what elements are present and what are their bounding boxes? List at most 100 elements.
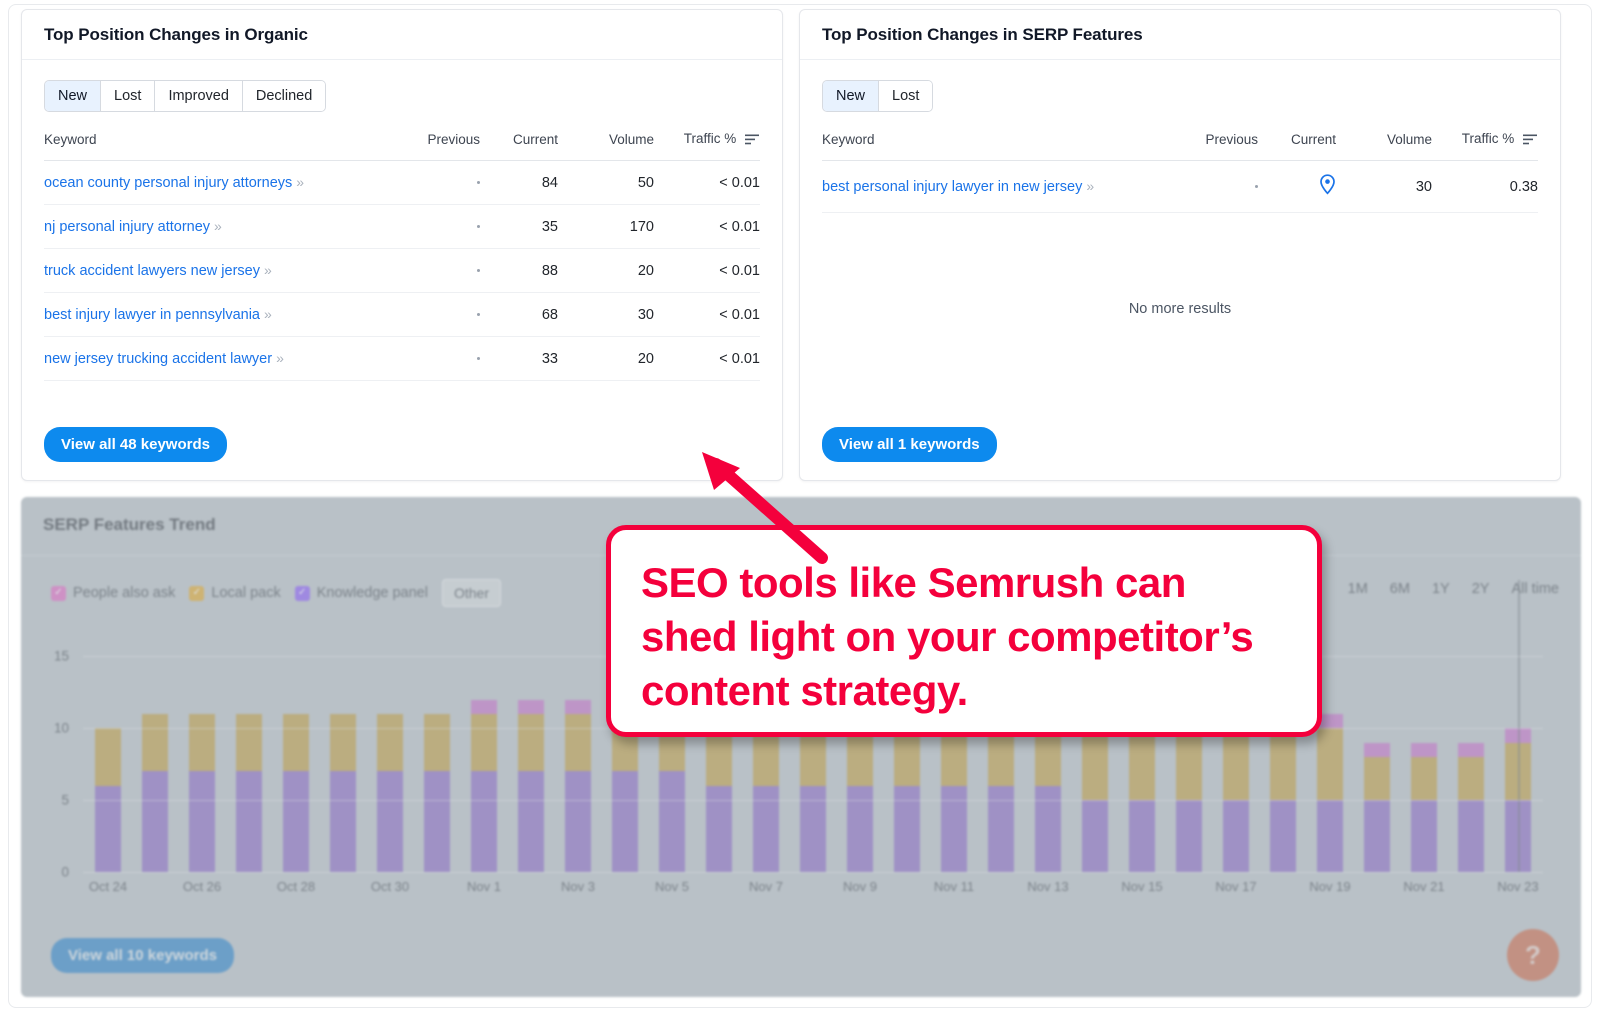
col-header-keyword[interactable]: Keyword bbox=[822, 126, 1162, 161]
col-header-traffic[interactable]: Traffic % bbox=[1432, 126, 1538, 161]
sort-descending-icon[interactable] bbox=[1523, 133, 1538, 148]
chart-bar[interactable] bbox=[142, 642, 168, 872]
tab-organic-lost[interactable]: Lost bbox=[101, 81, 156, 111]
chart-bar-segment bbox=[1129, 800, 1155, 872]
chart-bar-segment bbox=[1317, 728, 1343, 801]
y-tick-label: 0 bbox=[61, 864, 69, 880]
no-value-dot-icon bbox=[1255, 185, 1258, 189]
serp-table-header-row: Keyword Previous Current Volume Traffic … bbox=[822, 126, 1538, 161]
chevron-double-right-icon[interactable]: » bbox=[276, 350, 284, 366]
range-2y[interactable]: 2Y bbox=[1472, 581, 1490, 597]
keyword-link[interactable]: nj personal injury attorney bbox=[44, 219, 210, 235]
range-1y[interactable]: 1Y bbox=[1432, 581, 1450, 597]
table-row[interactable]: new jersey trucking accident lawyer» 33 … bbox=[44, 336, 760, 381]
serp-card-header: Top Position Changes in SERP Features bbox=[800, 10, 1560, 60]
chart-bar-segment bbox=[236, 713, 262, 772]
view-all-serp-keywords-button[interactable]: View all 1 keywords bbox=[822, 427, 997, 462]
col-header-traffic[interactable]: Traffic % bbox=[654, 126, 760, 161]
chart-bar-segment bbox=[1270, 800, 1296, 872]
chart-bar[interactable] bbox=[189, 642, 215, 872]
legend-item-local-pack[interactable]: ✓ Local pack bbox=[189, 585, 281, 601]
col-header-previous[interactable]: Previous bbox=[384, 126, 480, 161]
checkbox-local-pack[interactable]: ✓ bbox=[189, 585, 205, 601]
chart-bar-segment bbox=[95, 728, 121, 786]
traffic-cell: < 0.01 bbox=[654, 292, 760, 337]
col-header-volume[interactable]: Volume bbox=[558, 126, 654, 161]
help-button[interactable]: ? bbox=[1507, 929, 1559, 981]
view-all-organic-keywords-button[interactable]: View all 48 keywords bbox=[44, 427, 227, 462]
chart-bar-segment bbox=[1317, 800, 1343, 872]
view-all-trend-keywords-button[interactable]: View all 10 keywords bbox=[51, 938, 234, 973]
legend-other-dropdown[interactable]: Other bbox=[441, 579, 501, 607]
tab-serp-new[interactable]: New bbox=[823, 81, 880, 111]
keyword-link[interactable]: new jersey trucking accident lawyer bbox=[44, 351, 272, 367]
no-value-dot-icon bbox=[477, 313, 480, 317]
previous-cell bbox=[384, 292, 480, 337]
chevron-double-right-icon[interactable]: » bbox=[214, 218, 222, 234]
no-value-dot-icon bbox=[477, 357, 480, 361]
chart-bar-segment bbox=[1411, 757, 1437, 801]
legend-item-knowledge-panel[interactable]: ✓ Knowledge panel bbox=[294, 585, 428, 601]
chevron-double-right-icon[interactable]: » bbox=[264, 262, 272, 278]
tab-organic-declined[interactable]: Declined bbox=[242, 81, 326, 111]
screenshot-root: Top Position Changes in Organic New Lost… bbox=[0, 0, 1600, 1013]
chart-bar-segment bbox=[706, 785, 732, 872]
chart-bar[interactable] bbox=[1505, 580, 1531, 872]
chart-bar[interactable] bbox=[1364, 642, 1390, 872]
chart-bar[interactable] bbox=[330, 642, 356, 872]
keyword-link[interactable]: best personal injury lawyer in new jerse… bbox=[822, 179, 1082, 195]
current-cell: 84 bbox=[480, 160, 558, 205]
keyword-link[interactable]: best injury lawyer in pennsylvania bbox=[44, 307, 260, 323]
no-value-dot-icon bbox=[477, 269, 480, 273]
table-row[interactable]: nj personal injury attorney» 35 170 < 0.… bbox=[44, 204, 760, 249]
chart-bar[interactable] bbox=[565, 642, 591, 872]
keyword-link[interactable]: ocean county personal injury attorneys bbox=[44, 175, 292, 191]
chart-bar[interactable] bbox=[283, 642, 309, 872]
chart-bar[interactable] bbox=[1411, 642, 1437, 872]
chart-bar[interactable] bbox=[377, 642, 403, 872]
checkbox-knowledge-panel[interactable]: ✓ bbox=[294, 585, 310, 601]
chart-bar-segment bbox=[330, 713, 356, 772]
keyword-link[interactable]: truck accident lawyers new jersey bbox=[44, 263, 260, 279]
col-header-current[interactable]: Current bbox=[1258, 126, 1336, 161]
annotation-arrow-icon bbox=[702, 452, 828, 564]
range-6m[interactable]: 6M bbox=[1390, 581, 1410, 597]
serp-table-body: best personal injury lawyer in new jerse… bbox=[822, 160, 1538, 213]
chart-bar-segment bbox=[518, 699, 544, 714]
checkbox-people-also-ask[interactable]: ✓ bbox=[51, 585, 66, 601]
tab-serp-lost[interactable]: Lost bbox=[879, 81, 933, 111]
chart-bar-segment bbox=[189, 713, 215, 772]
chart-bar[interactable] bbox=[236, 642, 262, 872]
chart-bar-segment bbox=[236, 771, 262, 872]
table-row[interactable]: best personal injury lawyer in new jerse… bbox=[822, 160, 1538, 213]
col-header-current[interactable]: Current bbox=[480, 126, 558, 161]
chevron-double-right-icon[interactable]: » bbox=[1086, 178, 1094, 194]
chevron-double-right-icon[interactable]: » bbox=[264, 306, 272, 322]
tab-organic-improved[interactable]: Improved bbox=[155, 81, 243, 111]
tab-organic-new[interactable]: New bbox=[45, 81, 102, 111]
chevron-double-right-icon[interactable]: » bbox=[296, 174, 304, 190]
table-row[interactable]: truck accident lawyers new jersey» 88 20… bbox=[44, 248, 760, 293]
table-row[interactable]: best injury lawyer in pennsylvania» 68 3… bbox=[44, 292, 760, 337]
chart-bar[interactable] bbox=[95, 642, 121, 872]
map-pin-icon[interactable] bbox=[1319, 174, 1336, 199]
keyword-cell: ocean county personal injury attorneys» bbox=[44, 160, 384, 205]
chart-bar[interactable] bbox=[518, 642, 544, 872]
keyword-cell: best injury lawyer in pennsylvania» bbox=[44, 292, 384, 337]
table-row[interactable]: ocean county personal injury attorneys» … bbox=[44, 160, 760, 205]
chart-bar[interactable] bbox=[471, 642, 497, 872]
chart-bar-segment bbox=[142, 771, 168, 872]
serp-tabs-wrap: New Lost bbox=[800, 60, 1560, 112]
chart-bar[interactable] bbox=[424, 642, 450, 872]
col-header-keyword[interactable]: Keyword bbox=[44, 126, 384, 161]
range-1m[interactable]: 1M bbox=[1348, 581, 1368, 597]
legend-item-people-also-ask[interactable]: ✓ People also ask bbox=[51, 585, 175, 601]
chart-bar-segment bbox=[1411, 742, 1437, 757]
col-header-previous[interactable]: Previous bbox=[1162, 126, 1258, 161]
serp-segmented-control: New Lost bbox=[822, 80, 934, 112]
sort-descending-icon[interactable] bbox=[745, 133, 760, 148]
chart-bar[interactable] bbox=[1458, 642, 1484, 872]
chart-bar-segment bbox=[753, 785, 779, 872]
col-header-volume[interactable]: Volume bbox=[1336, 126, 1432, 161]
chart-bar-segment bbox=[1223, 800, 1249, 872]
